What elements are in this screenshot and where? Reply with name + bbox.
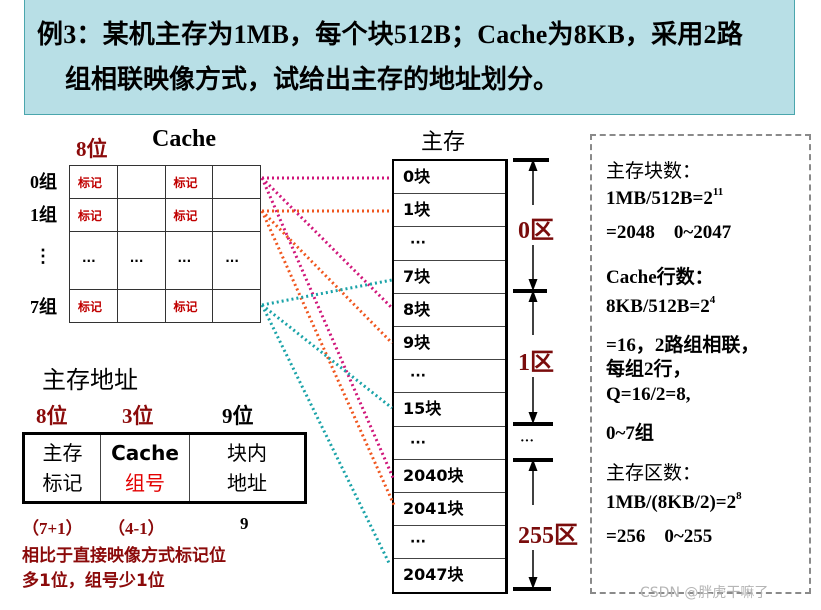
field-line: 标记 <box>42 471 83 495</box>
address-field-tag: 主存 标记 <box>25 435 101 501</box>
address-field-group: Cache 组号 <box>101 435 190 501</box>
field-line: 主存 <box>42 441 83 465</box>
zone-0-label: 0区 <box>518 218 554 244</box>
group-bits-derivation: （4-1） <box>108 519 165 538</box>
field-line: Cache <box>111 441 179 465</box>
field-line: 块内 <box>227 441 267 465</box>
zone-count-formula: 1MB/(8KB/2)=28 <box>606 490 742 514</box>
note-line-1: 相比于直接映像方式标记位 <box>22 546 226 566</box>
zone-count-title: 主存区数： <box>606 462 702 484</box>
zone-1-label: 1区 <box>518 342 554 377</box>
note-line-2: 多1位，组号少1位 <box>22 571 165 591</box>
exponent: 11 <box>712 186 724 198</box>
connector-g1-b9 <box>260 209 394 345</box>
calculation-box: 主存块数： 1MB/512B=211 =2048 0~2047 Cache行数：… <box>590 134 811 594</box>
zone-count-result: =256 0~255 <box>606 526 713 547</box>
group-count: Q=16/2=8, <box>606 384 691 405</box>
zone-255-label: 255区 <box>518 515 578 550</box>
block-count-result: =2048 0~2047 <box>606 222 732 243</box>
watermark: CSDN @胖虎干嘛了 <box>640 585 769 601</box>
connector-g7-b15 <box>261 303 393 410</box>
address-field-offset: 块内 地址 <box>190 435 304 501</box>
tag-bits-derivation: （7+1） <box>22 519 83 538</box>
offset-bits-derivation: 9 <box>240 514 249 533</box>
block-count-title: 主存块数： <box>606 160 702 182</box>
field-line: 地址 <box>227 471 267 495</box>
per-group-lines: 每组2行， <box>606 359 692 380</box>
cache-lines-formula: 8KB/512B=24 <box>606 294 716 318</box>
block-count-formula: 1MB/512B=211 <box>606 186 724 210</box>
group-range: 0~7组 <box>606 423 654 444</box>
address-title: 主存地址 <box>42 366 138 394</box>
formula-text: 8KB/512B=2 <box>606 296 710 317</box>
exponent: 4 <box>709 294 716 306</box>
connector-g7-b7 <box>261 278 393 307</box>
zone-gap-ellipsis: ··· <box>520 434 535 449</box>
formula-text: 1MB/512B=2 <box>606 188 713 209</box>
cache-lines-result: =16，2路组相联， <box>606 335 760 356</box>
connector-g0-b8 <box>260 176 394 310</box>
cache-lines-title: Cache行数： <box>606 262 714 289</box>
group-bits: 3位 <box>122 404 154 428</box>
offset-bits: 9位 <box>222 404 254 428</box>
field-line: 组号 <box>125 471 165 495</box>
address-format-box: 主存 标记 Cache 组号 块内 地址 <box>22 432 307 504</box>
cache-lines-title-text: Cache行数： <box>606 267 714 288</box>
formula-text: 1MB/(8KB/2)=2 <box>606 492 737 513</box>
comparison-note: 相比于直接映像方式标记位 多1位，组号少1位 <box>22 544 226 594</box>
exponent: 8 <box>736 490 742 502</box>
tag-bits: 8位 <box>36 404 68 428</box>
